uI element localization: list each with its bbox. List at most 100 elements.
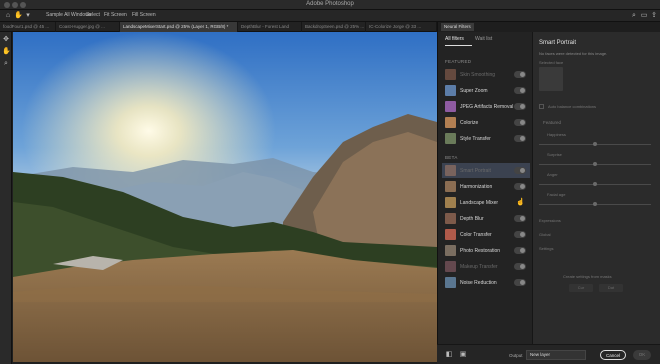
filter-row[interactable]: Landscape Mixer ☝ [442, 195, 530, 210]
filter-toggle[interactable] [514, 103, 526, 110]
filter-toggle[interactable] [514, 215, 526, 222]
document-tab[interactable]: DepthBlur - Forest Land [238, 22, 302, 32]
global-group[interactable]: Global [539, 232, 551, 237]
featured-section-heading: FEATURED [445, 59, 472, 64]
anger-slider[interactable] [539, 182, 651, 186]
filter-label: Skin Smoothing [460, 71, 496, 78]
current-button[interactable]: Cur [569, 284, 593, 292]
document-tab-active[interactable]: LandscapeMixerStart.psd @ 25% (Layer 1, … [120, 22, 238, 32]
ok-button[interactable]: OK [633, 350, 651, 360]
share-icon[interactable]: ⇪ [650, 12, 658, 20]
slider-label: Surprise [547, 152, 562, 157]
surprise-slider[interactable] [539, 162, 651, 166]
filter-toggle[interactable] [514, 183, 526, 190]
filter-label: Makeup Transfer [460, 263, 498, 270]
neural-filters-footer: ◧ ▣ Output New layer Cancel OK [437, 344, 660, 364]
filter-label: Color Transfer [460, 231, 492, 238]
filter-toggle[interactable] [514, 71, 526, 78]
dropdown-arrow-icon[interactable]: ▾ [24, 12, 32, 20]
wait-list-tab[interactable]: Wait list [475, 36, 492, 42]
fill-screen-button[interactable]: Fill Screen [132, 12, 156, 18]
filter-thumbnail [445, 213, 456, 224]
filter-row[interactable]: Skin Smoothing [442, 67, 530, 82]
filter-toggle[interactable] [514, 247, 526, 254]
filter-toggle[interactable] [514, 135, 526, 142]
filter-thumbnail [445, 117, 456, 128]
filter-thumbnail [445, 133, 456, 144]
filter-row[interactable]: Style Transfer [442, 131, 530, 146]
settings-group[interactable]: Settings [539, 246, 553, 251]
title-bar: Adobe Photoshop [0, 0, 660, 10]
auto-balance-label: Auto balance combinations [548, 104, 597, 109]
all-filters-tab[interactable]: All filters [445, 36, 464, 42]
output-select[interactable]: New layer [526, 350, 586, 360]
select-button[interactable]: Select [86, 12, 100, 18]
slider-label: Happiness [547, 132, 566, 137]
mask-settings-label: Create settings from masks [563, 274, 612, 279]
sample-all-windows-checkbox[interactable]: Sample All Windows [46, 12, 91, 18]
filter-toggle[interactable] [514, 231, 526, 238]
show-original-icon[interactable]: ◧ [445, 351, 453, 359]
document-tabs: foodFour1.psd @ 45 ... Coast-Hugger.jpg … [0, 22, 437, 32]
filter-list: All filters Wait list FEATURED Skin Smoo… [438, 32, 533, 364]
auto-balance-checkbox[interactable] [539, 104, 544, 109]
zoom-tool-icon[interactable]: ⌕ [2, 60, 10, 68]
slider-label: Anger [547, 172, 558, 177]
filter-toggle[interactable] [514, 279, 526, 286]
selected-face-label: Selected face [539, 60, 564, 65]
settings-title: Smart Portrait [539, 40, 577, 46]
filter-row[interactable]: Color Transfer [442, 227, 530, 242]
search-icon[interactable]: ⌕ [630, 12, 638, 20]
layer-preview-icon[interactable]: ▣ [459, 351, 467, 359]
cancel-button[interactable]: Cancel [600, 350, 626, 360]
filter-toggle[interactable] [514, 167, 526, 174]
filter-thumbnail [445, 85, 456, 96]
hand-tool-icon[interactable]: ✋ [14, 12, 23, 20]
window-title: Adobe Photoshop [306, 1, 354, 7]
filter-row[interactable]: Noise Reduction [442, 275, 530, 290]
filter-thumbnail [445, 197, 456, 208]
filter-thumbnail [445, 245, 456, 256]
document-tab[interactable]: foodFour1.psd @ 45 ... [0, 22, 56, 32]
document-canvas[interactable] [12, 32, 437, 364]
neural-filters-tab[interactable]: Neural Filters [441, 23, 474, 31]
filter-label: Photo Restoration [460, 247, 501, 254]
filter-row[interactable]: Harmonization [442, 179, 530, 194]
filter-row[interactable]: Smart Portrait [442, 163, 530, 178]
filter-label: Super Zoom [460, 87, 488, 94]
filter-label: Depth Blur [460, 215, 484, 222]
filter-toggle[interactable] [514, 263, 526, 270]
workspace-icon[interactable]: ▭ [640, 12, 648, 20]
filter-label: JPEG Artifacts Removal [460, 103, 514, 110]
filter-thumbnail [445, 229, 456, 240]
filter-row[interactable]: Photo Restoration [442, 243, 530, 258]
filter-thumbnail [445, 181, 456, 192]
filter-label: Harmonization [460, 183, 493, 190]
landscape-photo [13, 32, 437, 362]
filter-thumbnail [445, 261, 456, 272]
facial-age-slider[interactable] [539, 202, 651, 206]
happiness-slider[interactable] [539, 142, 651, 146]
filter-settings: Smart Portrait No faces were detected fo… [533, 32, 660, 364]
fit-screen-button[interactable]: Fit Screen [104, 12, 127, 18]
filter-label: Smart Portrait [460, 167, 491, 174]
hand-tool-icon[interactable]: ✋ [2, 48, 11, 56]
home-icon[interactable]: ⌂ [4, 12, 12, 20]
filter-row[interactable]: JPEG Artifacts Removal [442, 99, 530, 114]
filter-toggle[interactable] [514, 87, 526, 94]
default-button[interactable]: Dat [599, 284, 623, 292]
document-tab[interactable]: BackdropSeen.psd @ 25% ... [302, 22, 366, 32]
filter-thumbnail [445, 69, 456, 80]
beta-section-heading: BETA [445, 155, 458, 160]
filter-row[interactable]: Super Zoom [442, 83, 530, 98]
neural-filters-panel: Neural Filters All filters Wait list FEA… [437, 22, 660, 364]
move-tool-icon[interactable]: ✥ [2, 36, 10, 44]
document-tab[interactable]: IC-Colorize Jorge @ 33 ... [366, 22, 437, 32]
expressions-group[interactable]: Expressions [539, 218, 561, 223]
filter-row[interactable]: Colorize [442, 115, 530, 130]
document-tab[interactable]: Coast-Hugger.jpg @ ... [56, 22, 120, 32]
filter-thumbnail [445, 101, 456, 112]
filter-row[interactable]: Makeup Transfer [442, 259, 530, 274]
filter-toggle[interactable] [514, 119, 526, 126]
filter-row[interactable]: Depth Blur [442, 211, 530, 226]
